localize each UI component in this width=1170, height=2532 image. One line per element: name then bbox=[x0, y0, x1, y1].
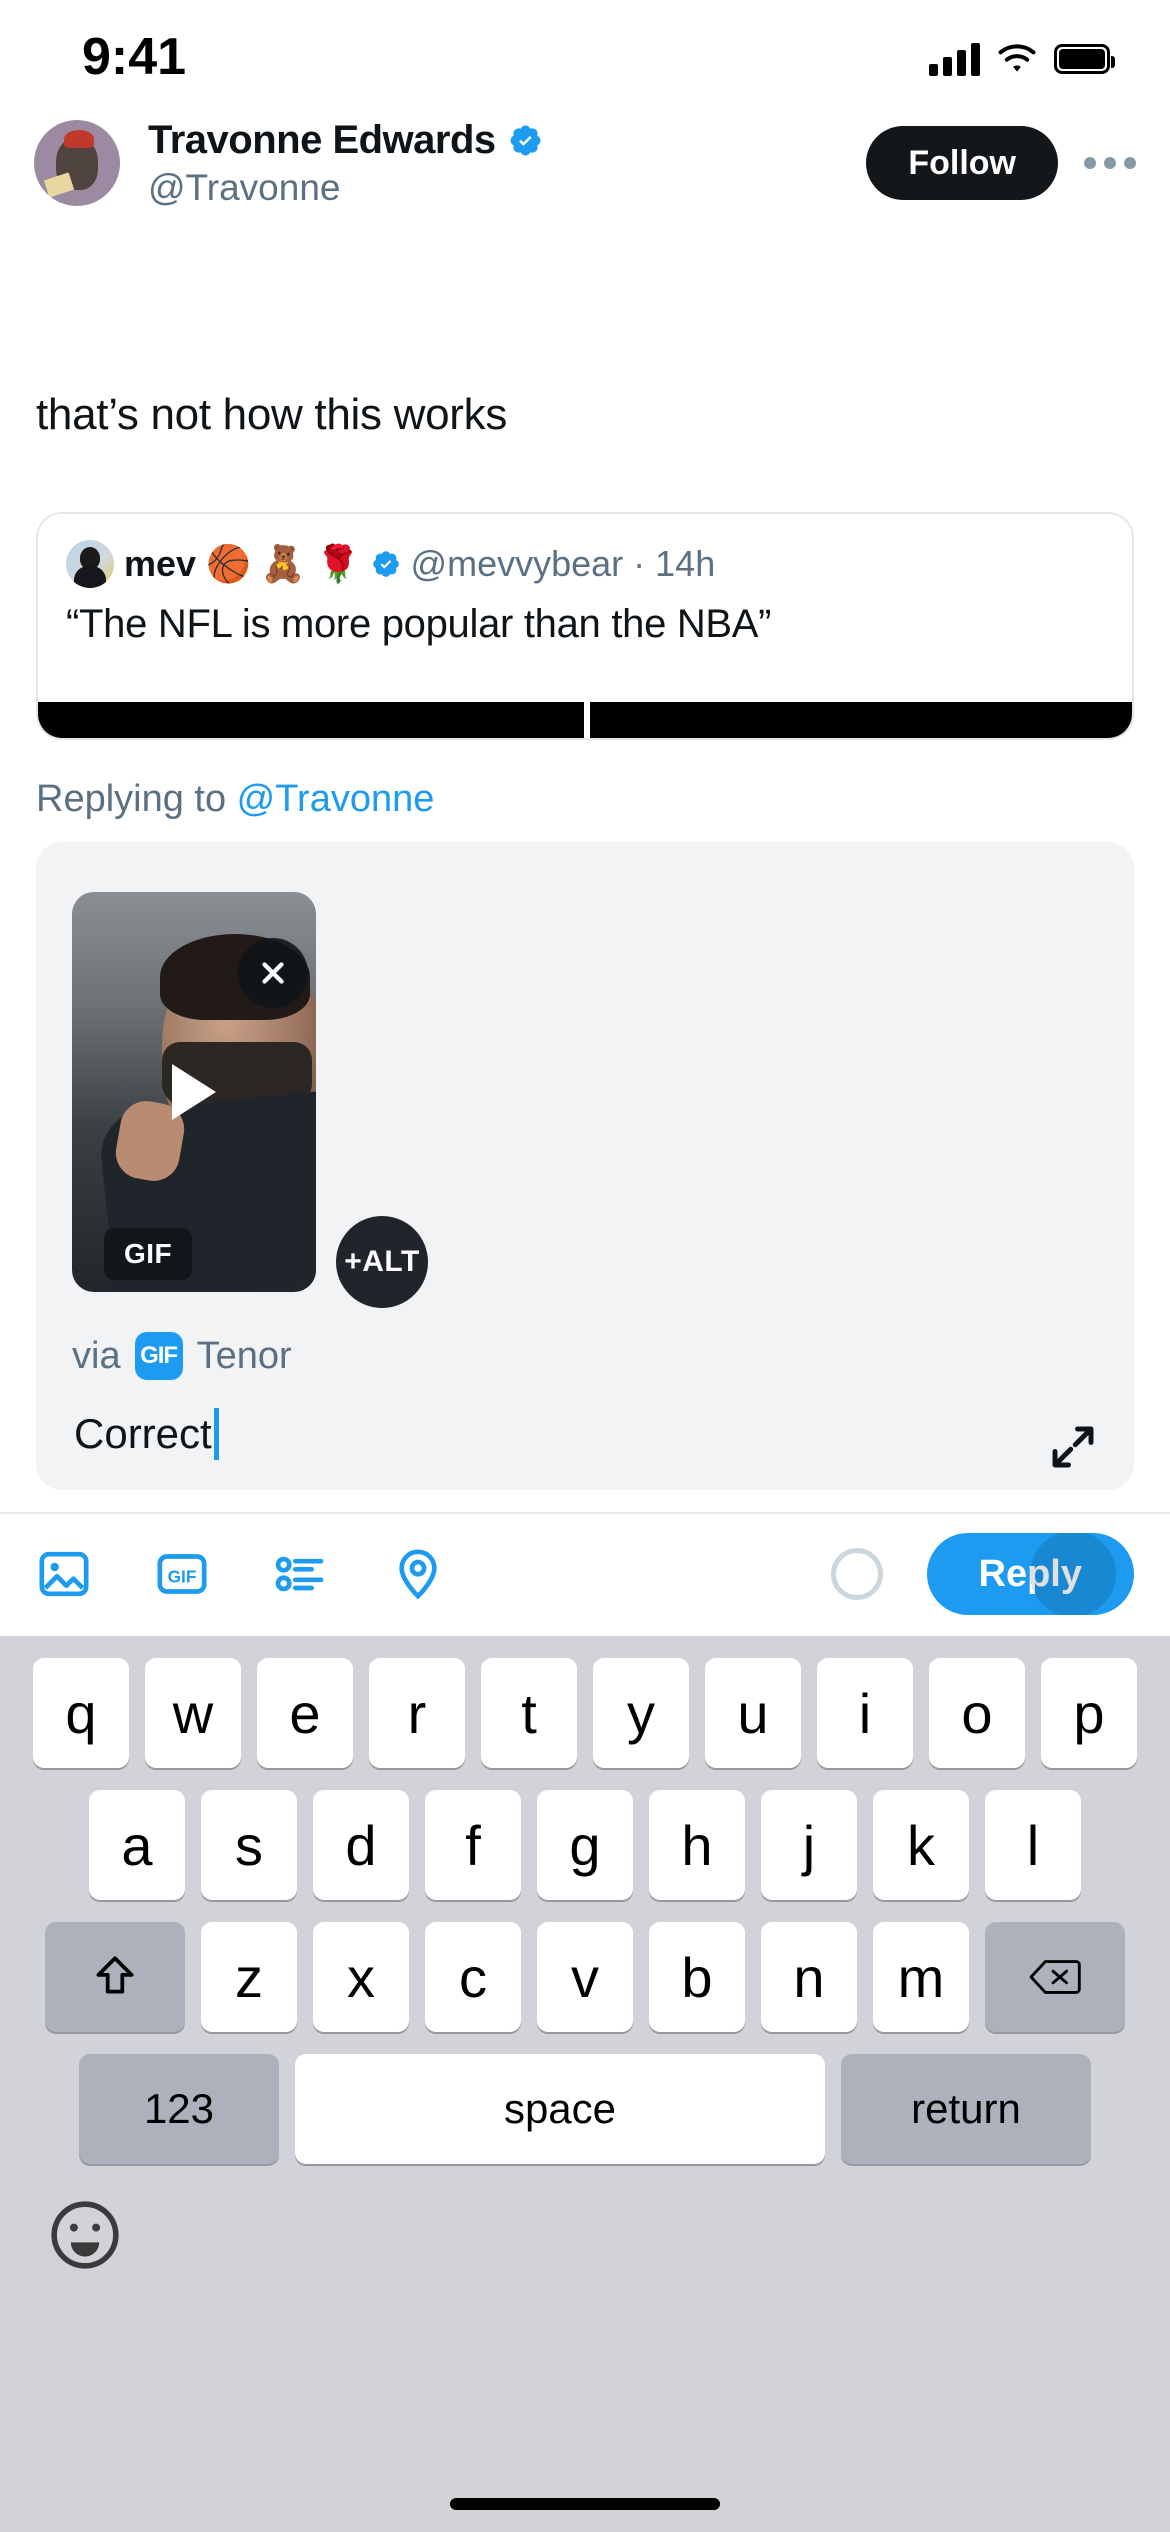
key-h[interactable]: h bbox=[649, 1790, 745, 1900]
cellular-signal-icon bbox=[929, 42, 980, 76]
quoted-separator: · bbox=[633, 543, 646, 584]
phone-screen: 9:41 Travonne Edwards @Travonne Follow t… bbox=[0, 0, 1170, 2532]
keyboard-row-2: a s d f g h j k l bbox=[0, 1790, 1170, 1900]
reply-button[interactable]: Reply bbox=[926, 1533, 1134, 1615]
verified-badge-icon bbox=[510, 125, 541, 155]
backspace-key-icon[interactable] bbox=[985, 1922, 1125, 2032]
keyboard-bottom-row bbox=[0, 2198, 1170, 2272]
key-v[interactable]: v bbox=[537, 1922, 633, 2032]
key-f[interactable]: f bbox=[425, 1790, 521, 1900]
quoted-timestamp: 14h bbox=[655, 543, 716, 584]
quoted-tweet-header: mev 🏀 🧸 🌹 @mevvybear · 14h bbox=[38, 514, 1132, 588]
attribution-provider: Tenor bbox=[196, 1334, 292, 1377]
status-bar: 9:41 bbox=[0, 0, 1170, 100]
keyboard-row-3: z x c v b n m bbox=[0, 1922, 1170, 2032]
key-m[interactable]: m bbox=[873, 1922, 969, 2032]
expand-composer-icon[interactable] bbox=[1046, 1420, 1100, 1474]
poll-icon[interactable] bbox=[272, 1546, 328, 1602]
tweet-text: that’s not how this works bbox=[36, 390, 508, 439]
author-display-name: Travonne Edwards bbox=[148, 117, 496, 162]
key-n[interactable]: n bbox=[761, 1922, 857, 2032]
space-key[interactable]: space bbox=[295, 2054, 825, 2164]
key-l[interactable]: l bbox=[985, 1790, 1081, 1900]
quoted-user-avatar bbox=[66, 540, 114, 588]
reply-button-ripple bbox=[1030, 1533, 1116, 1615]
key-j[interactable]: j bbox=[761, 1790, 857, 1900]
replying-to-label: Replying to @Travonne bbox=[36, 778, 434, 821]
key-i[interactable]: i bbox=[817, 1658, 913, 1768]
quoted-display-name: mev bbox=[124, 543, 197, 584]
gif-icon[interactable]: GIF bbox=[154, 1546, 210, 1602]
key-k[interactable]: k bbox=[873, 1790, 969, 1900]
wifi-icon bbox=[998, 44, 1036, 72]
quoted-media-thumbnails[interactable] bbox=[38, 702, 1132, 738]
tenor-gif-icon: GIF bbox=[134, 1332, 183, 1380]
avatar[interactable] bbox=[34, 120, 120, 206]
text-cursor bbox=[213, 1408, 219, 1460]
attribution-prefix: via bbox=[72, 1334, 121, 1377]
onscreen-keyboard[interactable]: q w e r t y u i o p a s d f g h j k l z bbox=[0, 1636, 1170, 2532]
shift-key-icon[interactable] bbox=[45, 1922, 185, 2032]
composer-toolbar-icons: GIF bbox=[36, 1546, 831, 1602]
gif-attribution: via GIF Tenor bbox=[72, 1332, 292, 1380]
reply-text-input[interactable]: Correct bbox=[74, 1408, 934, 1460]
basketball-emoji-icon: 🏀 bbox=[206, 543, 251, 584]
key-g[interactable]: g bbox=[537, 1790, 633, 1900]
status-bar-time: 9:41 bbox=[82, 28, 187, 86]
key-a[interactable]: a bbox=[89, 1790, 185, 1900]
tweet-author-row: Travonne Edwards @Travonne Follow bbox=[0, 108, 1170, 218]
play-icon[interactable] bbox=[172, 1064, 216, 1120]
location-icon[interactable] bbox=[390, 1546, 446, 1602]
author-identity: Travonne Edwards @Travonne bbox=[148, 118, 866, 209]
home-indicator bbox=[450, 2498, 720, 2510]
keyboard-row-1: q w e r t y u i o p bbox=[0, 1658, 1170, 1768]
image-icon[interactable] bbox=[36, 1546, 92, 1602]
key-r[interactable]: r bbox=[369, 1658, 465, 1768]
author-handle: @Travonne bbox=[148, 166, 341, 208]
add-alt-text-button[interactable]: +ALT bbox=[336, 1216, 428, 1308]
emoji-key-icon[interactable] bbox=[48, 2198, 122, 2272]
status-bar-indicators bbox=[929, 42, 1115, 76]
close-icon[interactable] bbox=[238, 938, 308, 1008]
key-q[interactable]: q bbox=[33, 1658, 129, 1768]
key-z[interactable]: z bbox=[201, 1922, 297, 2032]
key-w[interactable]: w bbox=[145, 1658, 241, 1768]
reply-input-value: Correct bbox=[74, 1410, 212, 1457]
verified-badge-icon bbox=[372, 551, 399, 577]
key-b[interactable]: b bbox=[649, 1922, 745, 2032]
replying-to-mention[interactable]: @Travonne bbox=[237, 778, 435, 820]
replying-to-prefix: Replying to bbox=[36, 778, 237, 820]
return-key[interactable]: return bbox=[841, 2054, 1091, 2164]
keyboard-row-4: 123 space return bbox=[0, 2054, 1170, 2164]
battery-full-icon bbox=[1054, 44, 1115, 74]
key-d[interactable]: d bbox=[313, 1790, 409, 1900]
svg-text:GIF: GIF bbox=[168, 1566, 197, 1586]
rose-emoji-icon: 🌹 bbox=[315, 543, 361, 584]
more-options-icon[interactable] bbox=[1084, 157, 1136, 169]
key-y[interactable]: y bbox=[593, 1658, 689, 1768]
follow-button[interactable]: Follow bbox=[866, 126, 1058, 200]
key-c[interactable]: c bbox=[425, 1922, 521, 2032]
key-t[interactable]: t bbox=[481, 1658, 577, 1768]
quoted-handle: @mevvybear bbox=[410, 543, 624, 584]
key-u[interactable]: u bbox=[705, 1658, 801, 1768]
teddy-bear-emoji-icon: 🧸 bbox=[260, 543, 306, 584]
quoted-tweet-card[interactable]: mev 🏀 🧸 🌹 @mevvybear · 14h “The NFL is m… bbox=[36, 512, 1134, 740]
key-p[interactable]: p bbox=[1041, 1658, 1137, 1768]
key-e[interactable]: e bbox=[257, 1658, 353, 1768]
quoted-tweet-text: “The NFL is more popular than the NBA” bbox=[66, 602, 772, 646]
key-o[interactable]: o bbox=[929, 1658, 1025, 1768]
numbers-key[interactable]: 123 bbox=[79, 2054, 279, 2164]
key-s[interactable]: s bbox=[201, 1790, 297, 1900]
gif-format-badge: GIF bbox=[104, 1228, 193, 1280]
key-x[interactable]: x bbox=[313, 1922, 409, 2032]
character-count-progress-icon bbox=[830, 1548, 883, 1600]
composer-toolbar: GIF Reply bbox=[0, 1512, 1170, 1634]
